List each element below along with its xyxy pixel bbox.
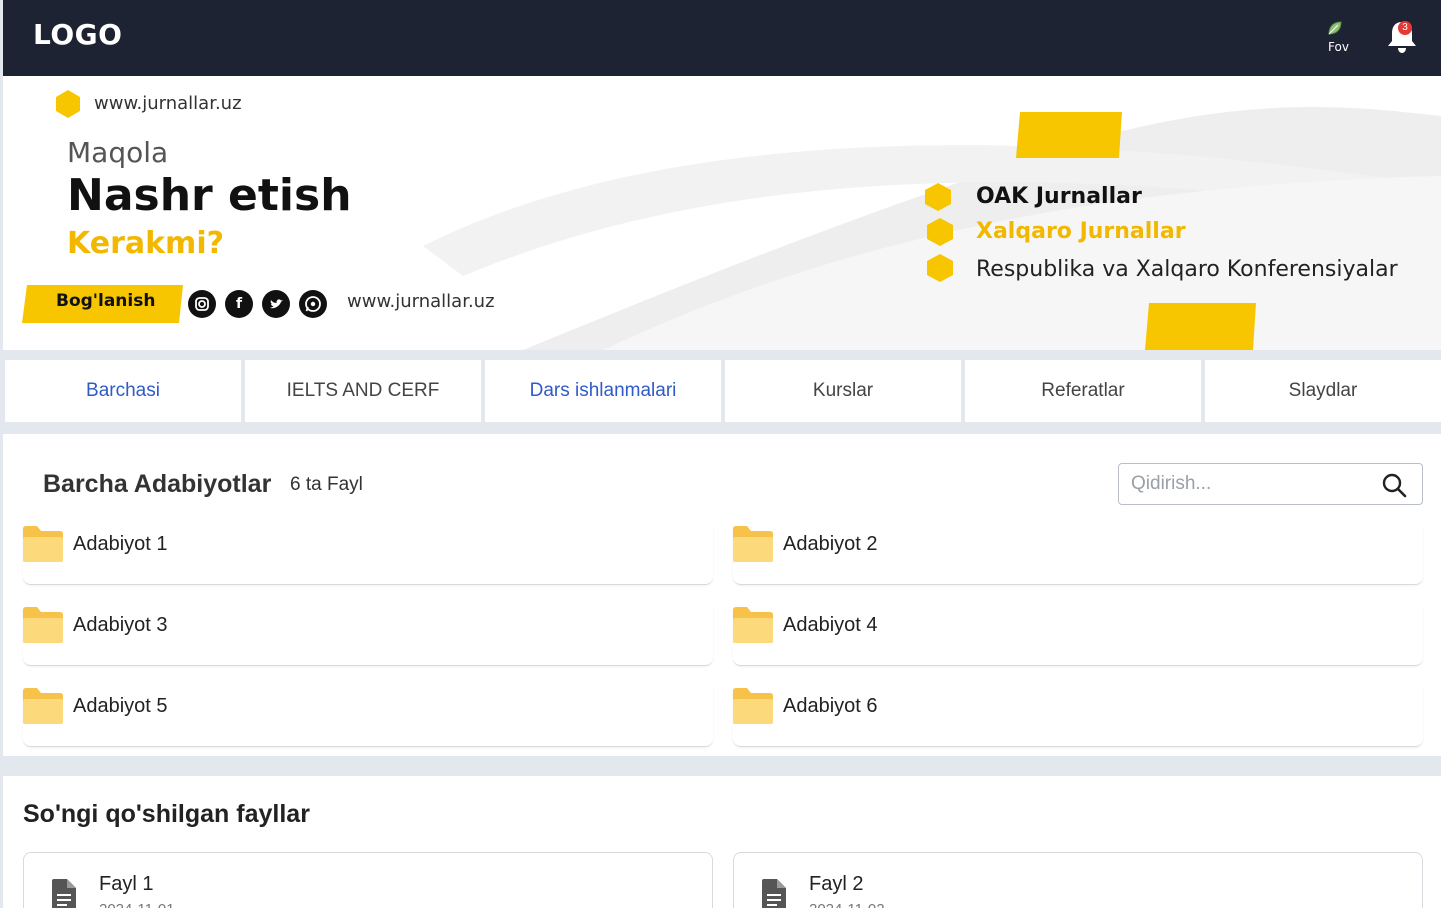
banner-item-xalqaro: Xalqaro Jurnallar — [976, 219, 1186, 244]
avatar-alt-text: Fov — [1328, 40, 1349, 54]
folder-item[interactable]: Adabiyot 2 — [733, 525, 1423, 585]
folder-icon — [23, 607, 63, 643]
banner-url-top: www.jurnallar.uz — [94, 93, 242, 114]
banner-item-konferensiyalar: Respublika va Xalqaro Konferensiyalar — [976, 257, 1398, 282]
notification-count-badge: 3 — [1398, 21, 1412, 35]
top-navbar: LOGO Fov — [3, 0, 1441, 76]
whatsapp-icon[interactable] — [299, 290, 327, 318]
folder-name: Adabiyot 4 — [783, 614, 878, 636]
file-count: 6 ta Fayl — [290, 474, 363, 495]
tab-barchasi[interactable]: Barchasi — [5, 360, 241, 422]
folder-name: Adabiyot 6 — [783, 695, 878, 717]
section-title: Barcha Adabiyotlar — [43, 470, 272, 498]
folder-name: Adabiyot 1 — [73, 533, 168, 555]
folder-icon — [733, 607, 773, 643]
twitter-icon[interactable] — [262, 290, 290, 318]
folder-item[interactable]: Adabiyot 5 — [23, 687, 713, 747]
search-box — [1118, 463, 1423, 505]
folder-name: Adabiyot 5 — [73, 695, 168, 717]
folder-icon — [23, 526, 63, 562]
folder-item[interactable]: Adabiyot 3 — [23, 606, 713, 666]
folder-icon — [23, 688, 63, 724]
document-icon — [52, 879, 76, 908]
file-card[interactable]: Fayl 1 2024-11-01 — [23, 852, 713, 908]
files-section: Barcha Adabiyotlar 6 ta Fayl Adabiyot 1 … — [3, 434, 1441, 756]
category-tabs: Barchasi IELTS AND CERF Dars ishlanmalar… — [3, 360, 1441, 422]
search-icon[interactable] — [1381, 472, 1407, 498]
site-logo[interactable]: LOGO — [33, 18, 122, 51]
file-date: 2024-11-02 — [809, 901, 885, 908]
folder-name: Adabiyot 3 — [73, 614, 168, 636]
folder-icon — [733, 688, 773, 724]
banner-heading-question: Kerakmi? — [67, 226, 225, 261]
tab-referatlar[interactable]: Referatlar — [965, 360, 1201, 422]
file-name: Fayl 1 — [99, 873, 154, 895]
file-card[interactable]: Fayl 2 2024-11-02 — [733, 852, 1423, 908]
recent-files-section: So'ngi qo'shilgan fayllar Fayl 1 2024-11… — [3, 776, 1441, 908]
contact-button[interactable]: Bog'lanish — [56, 291, 155, 311]
document-icon — [762, 879, 786, 908]
search-input[interactable] — [1131, 472, 1371, 496]
folder-name: Adabiyot 2 — [783, 533, 878, 555]
tab-dars-ishlanmalari[interactable]: Dars ishlanmalari — [485, 360, 721, 422]
banner-heading-main: Nashr etish — [67, 170, 352, 221]
folder-item[interactable]: Adabiyot 4 — [733, 606, 1423, 666]
tab-slaydlar[interactable]: Slaydlar — [1205, 360, 1441, 422]
section-title: So'ngi qo'shilgan fayllar — [23, 800, 310, 828]
tab-kurslar[interactable]: Kurslar — [725, 360, 961, 422]
banner-url-bottom: www.jurnallar.uz — [347, 291, 495, 312]
user-avatar[interactable]: Fov — [1324, 17, 1362, 55]
tab-ielts-and-cerf[interactable]: IELTS AND CERF — [245, 360, 481, 422]
file-name: Fayl 2 — [809, 873, 864, 895]
facebook-icon[interactable]: f — [225, 290, 253, 318]
folder-item[interactable]: Adabiyot 6 — [733, 687, 1423, 747]
file-date: 2024-11-01 — [99, 901, 175, 908]
folder-item[interactable]: Adabiyot 1 — [23, 525, 713, 585]
folder-icon — [733, 526, 773, 562]
promo-banner[interactable]: www.jurnallar.uz Maqola Nashr etish Kera… — [3, 76, 1441, 350]
broken-image-icon — [1328, 21, 1342, 35]
banner-item-oak: OAK Jurnallar — [976, 184, 1142, 209]
banner-heading-small: Maqola — [67, 136, 169, 169]
instagram-icon[interactable] — [188, 290, 216, 318]
